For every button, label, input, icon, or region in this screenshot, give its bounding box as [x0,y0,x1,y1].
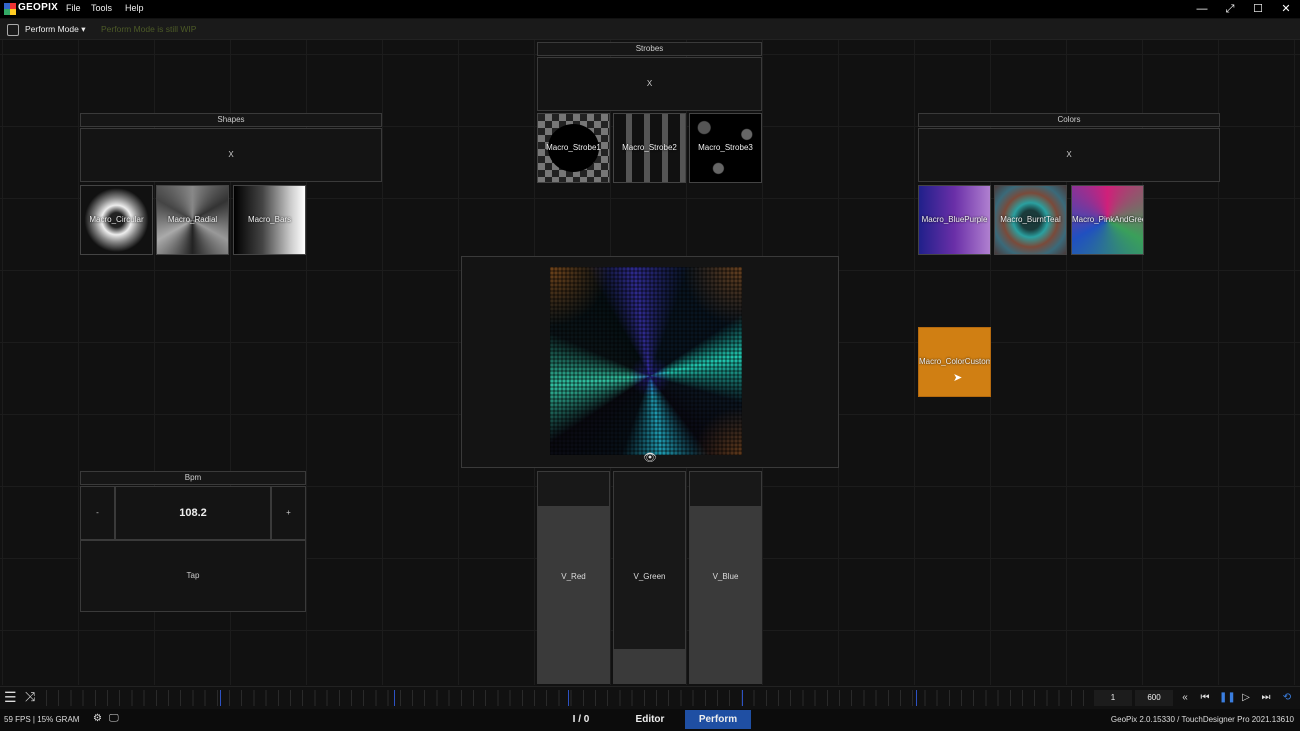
fader-blue-label: V_Blue [712,572,739,581]
macro-pinkandgreen[interactable]: Macro_PinkAndGreen [1071,185,1144,255]
timeline-track[interactable] [46,690,1092,706]
colors-header: Colors [918,113,1220,127]
perform-canvas: Strobes X Macro_Strobe1 Macro_Strobe2 Ma… [0,40,1300,685]
macro-bluepurple[interactable]: Macro_BluePurple [918,185,991,255]
beat-marker [916,690,917,706]
step-forward-icon[interactable]: ⏭ [1259,690,1273,706]
strobes-header: Strobes [537,42,762,56]
close-button[interactable]: ✕ [1278,2,1294,16]
macro-strobe3[interactable]: Macro_Strobe3 [689,113,762,183]
preview-panel: 👁 [461,256,839,468]
mouse-cursor-icon: ➤ [953,372,963,384]
bpm-value[interactable]: 108.2 [115,486,271,540]
timeline-start-field[interactable]: 1 [1094,690,1132,706]
macro-strobe1[interactable]: Macro_Strobe1 [537,113,610,183]
beat-marker [742,690,743,706]
fader-blue[interactable]: V_Blue [689,471,762,684]
shapes-header: Shapes [80,113,382,127]
fader-green[interactable]: V_Green [613,471,686,684]
mode-select[interactable]: Perform Mode ▾ [25,24,86,35]
maximize-button[interactable]: ☐ [1250,2,1266,16]
timeline-bar: ☰ ⤨ 1 600 « ⏮ ❚❚ ▷ ⏭ ⟲ [0,686,1300,709]
fps-readout: 59 FPS | 15% GRAM [4,715,80,724]
bpm-tap-button[interactable]: Tap [80,540,306,612]
io-tab[interactable]: I / 0 [560,710,602,729]
app-title: GEOPIX [18,2,59,13]
loop-icon[interactable]: ⟲ [1280,690,1294,706]
timeline-end-field[interactable]: 600 [1135,690,1173,706]
shapes-clear-button[interactable]: X [80,128,382,182]
macro-radial[interactable]: Macro_Radial [156,185,229,255]
beat-marker [568,690,569,706]
play-icon[interactable]: ▷ [1239,690,1253,706]
minimize-button[interactable]: — [1194,2,1210,16]
macro-strobe2[interactable]: Macro_Strobe2 [613,113,686,183]
macro-bars[interactable]: Macro_Bars [233,185,306,255]
bpm-plus-button[interactable]: + [271,486,306,540]
preview-image [550,267,742,455]
beat-marker [394,690,395,706]
fader-green-fill [614,649,685,683]
shuffle-icon[interactable]: ⤨ [25,689,35,705]
fader-red-fill [538,505,609,683]
eye-icon[interactable]: 👁 [643,451,657,464]
fader-green-label: V_Green [633,572,666,581]
mode-note: Perform Mode is still WIP [101,24,197,34]
beat-marker [220,690,221,706]
macro-circular[interactable]: Macro_Circular [80,185,153,255]
menu-help[interactable]: Help [125,3,144,13]
version-label: GeoPix 2.0.15330 / TouchDesigner Pro 202… [1110,715,1294,724]
mode-icon[interactable] [7,24,19,36]
settings-gear-icon[interactable]: ⚙ [93,713,102,724]
menu-icon[interactable]: ☰ [4,689,17,706]
fader-red[interactable]: V_Red [537,471,610,684]
restore-button[interactable]: ⤢ [1222,2,1238,16]
menu-tools[interactable]: Tools [91,3,112,13]
preview-led-grid [550,267,742,455]
bpm-header: Bpm [80,471,306,485]
fader-red-label: V_Red [561,572,586,581]
mode-bar: Perform Mode ▾ Perform Mode is still WIP [0,19,1300,40]
fader-blue-fill [690,505,761,683]
strobes-clear-button[interactable]: X [537,57,762,111]
macro-burntteal[interactable]: Macro_BurntTeal [994,185,1067,255]
status-bar: 59 FPS | 15% GRAM ⚙ 🖵 I / 0 Editor Perfo… [0,709,1300,731]
pause-icon[interactable]: ❚❚ [1219,690,1236,706]
title-bar: GEOPIX File Tools Help — ⤢ ☐ ✕ [0,0,1300,18]
editor-tab[interactable]: Editor [618,710,682,729]
menu-file[interactable]: File [66,3,81,13]
geopix-logo-icon [4,3,16,15]
colors-clear-button[interactable]: X [918,128,1220,182]
rewind-icon[interactable]: « [1178,690,1192,706]
bpm-minus-button[interactable]: - [80,486,115,540]
perform-tab[interactable]: Perform [685,710,751,729]
monitor-icon[interactable]: 🖵 [109,713,119,724]
macro-colorcustom[interactable]: Macro_ColorCustom [918,327,991,397]
step-back-icon[interactable]: ⏮ [1198,690,1212,706]
